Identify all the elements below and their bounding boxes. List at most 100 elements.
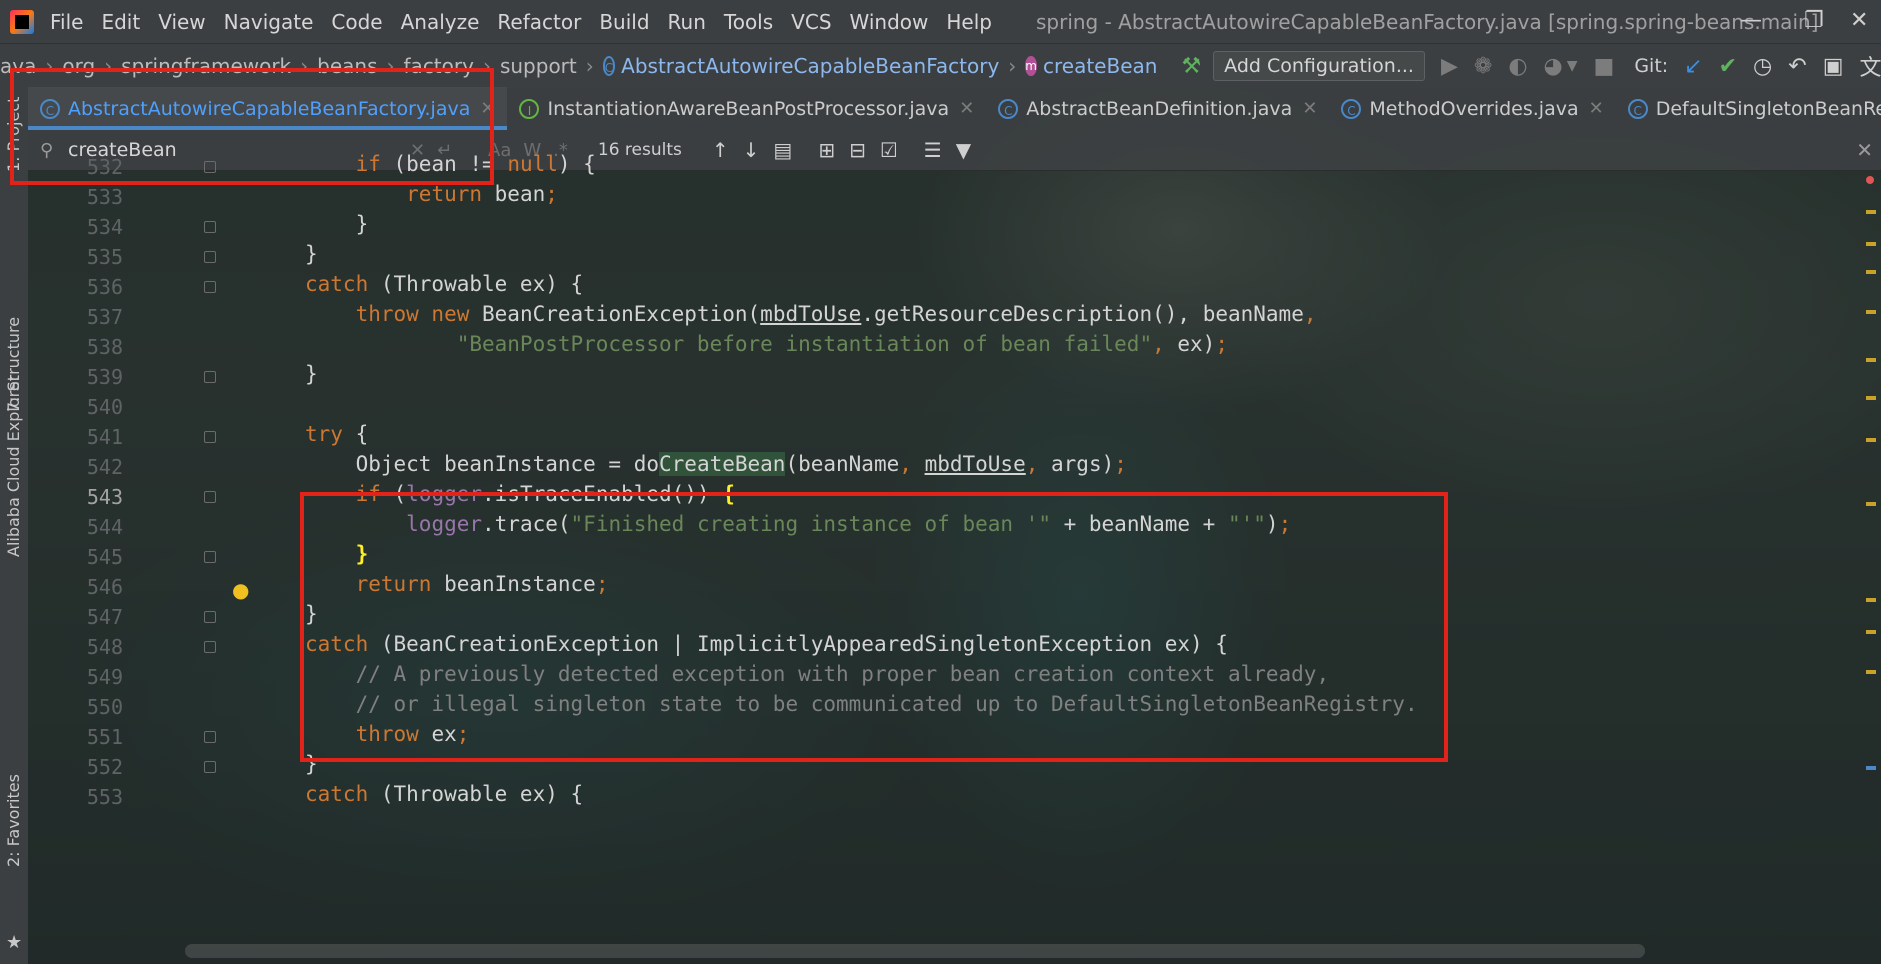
hammer-build-icon[interactable]: ⚒: [1181, 54, 1201, 79]
warning-marker[interactable]: [1866, 310, 1876, 314]
warning-marker[interactable]: [1866, 630, 1876, 634]
filter-icon[interactable]: ▼: [956, 138, 971, 162]
code-token: catch: [305, 272, 369, 296]
tab-label: DefaultSingletonBeanRegistry.java: [1655, 97, 1881, 120]
run-icon[interactable]: ▶: [1441, 54, 1458, 79]
code-line[interactable]: try {: [305, 422, 368, 446]
select-all-occurrences-icon[interactable]: ☑: [880, 138, 898, 162]
history-icon[interactable]: ◷: [1753, 54, 1772, 79]
code-token: CreateBean: [659, 452, 786, 476]
code-token: return: [406, 182, 483, 206]
menu-run[interactable]: Run: [668, 10, 706, 34]
arrow-up-icon[interactable]: ↑: [712, 138, 729, 162]
code-token: (Throwable ex) {: [368, 272, 584, 296]
code-token: BeanCreationException(: [469, 302, 761, 326]
git-update-icon[interactable]: ↙: [1684, 54, 1702, 79]
close-tab-icon[interactable]: ✕: [959, 98, 974, 119]
profile-icon[interactable]: ◕: [1544, 54, 1563, 79]
code-line[interactable]: catch (Throwable ex) {: [305, 272, 583, 296]
code-token: catch: [305, 782, 369, 806]
class-icon: C: [1627, 98, 1648, 119]
close-tab-icon[interactable]: ✕: [1589, 98, 1604, 119]
menu-build[interactable]: Build: [599, 10, 649, 34]
code-token: ;: [545, 182, 558, 206]
horizontal-scrollbar[interactable]: [185, 944, 1645, 958]
menu-tools[interactable]: Tools: [724, 10, 773, 34]
code-token: mbdToUse: [924, 452, 1026, 476]
code-token: null: [507, 152, 558, 176]
tab-default-singleton-bean-registry[interactable]: C DefaultSingletonBeanRegistry.java ›: [1616, 87, 1881, 130]
code-token: ,: [1025, 452, 1039, 476]
menu-edit[interactable]: Edit: [101, 10, 140, 34]
breadcrumb-class[interactable]: AbstractAutowireCapableBeanFactory: [621, 54, 999, 78]
code-line[interactable]: Object beanInstance = doCreateBean(beanN…: [305, 452, 1127, 476]
warning-marker[interactable]: [1866, 502, 1876, 506]
class-icon: C: [998, 98, 1019, 119]
menu-refactor[interactable]: Refactor: [497, 10, 581, 34]
rollback-icon[interactable]: ↶: [1788, 54, 1806, 79]
remove-occurrence-icon[interactable]: ⊟: [849, 138, 866, 162]
menu-help[interactable]: Help: [946, 10, 992, 34]
dropdown-arrow-icon[interactable]: ▼: [1567, 58, 1578, 74]
code-line[interactable]: }: [305, 212, 369, 236]
tab-and-search-highlight-box: [10, 68, 494, 185]
minimize-icon[interactable]: —: [1740, 8, 1762, 33]
search-options-icon[interactable]: ☰: [924, 138, 942, 162]
project-structure-icon[interactable]: ▣: [1823, 54, 1844, 79]
code-token: args): [1038, 452, 1115, 476]
menu-view[interactable]: View: [158, 10, 205, 34]
code-token: bean: [482, 182, 546, 206]
warning-marker[interactable]: [1866, 358, 1876, 362]
close-tab-icon[interactable]: ✕: [1302, 98, 1317, 119]
menu-file[interactable]: File: [50, 10, 83, 34]
breadcrumb-item[interactable]: support: [500, 54, 577, 78]
caret-marker[interactable]: [1866, 766, 1876, 770]
error-marker-icon[interactable]: [1866, 176, 1874, 184]
code-line[interactable]: }: [305, 242, 318, 266]
code-token: }: [305, 242, 318, 266]
code-line[interactable]: "BeanPostProcessor before instantiation …: [305, 332, 1228, 356]
git-commit-icon[interactable]: ✔: [1719, 54, 1737, 79]
search-results-count: 16 results: [597, 140, 682, 160]
close-find-icon[interactable]: ✕: [1856, 138, 1873, 162]
tab-label: MethodOverrides.java: [1369, 97, 1579, 120]
menu-navigate[interactable]: Navigate: [224, 10, 314, 34]
code-token: ,: [899, 452, 912, 476]
code-line[interactable]: throw new BeanCreationException(mbdToUse…: [305, 302, 1317, 326]
arrow-down-icon[interactable]: ↓: [743, 138, 760, 162]
menu-vcs[interactable]: VCS: [791, 10, 831, 34]
code-line[interactable]: catch (Throwable ex) {: [305, 782, 583, 806]
close-window-icon[interactable]: ✕: [1850, 8, 1868, 33]
tab-instantiation-aware-bean-post-processor[interactable]: I InstantiationAwareBeanPostProcessor.ja…: [507, 87, 986, 130]
code-line[interactable]: return bean;: [305, 182, 558, 206]
tab-abstract-bean-definition[interactable]: C AbstractBeanDefinition.java ✕: [986, 87, 1329, 130]
open-in-window-icon[interactable]: ▤: [773, 138, 792, 162]
interface-icon: I: [519, 98, 540, 119]
warning-marker[interactable]: [1866, 210, 1876, 214]
tab-label: InstantiationAwareBeanPostProcessor.java: [547, 97, 950, 120]
code-token: ) {: [557, 152, 596, 176]
menu-window[interactable]: Window: [850, 10, 929, 34]
warning-marker[interactable]: [1866, 670, 1876, 674]
translate-icon[interactable]: 文: [1859, 50, 1881, 82]
menu-code[interactable]: Code: [331, 10, 382, 34]
code-line[interactable]: }: [305, 362, 318, 386]
warning-marker[interactable]: [1866, 242, 1876, 246]
warning-marker[interactable]: [1866, 270, 1876, 274]
menu-analyze[interactable]: Analyze: [401, 10, 480, 34]
breadcrumb-method[interactable]: createBean: [1043, 54, 1157, 78]
coverage-icon[interactable]: ◐: [1508, 54, 1527, 79]
code-token: throw new: [355, 302, 470, 326]
restore-icon[interactable]: ❐: [1804, 8, 1824, 33]
warning-marker[interactable]: [1866, 598, 1876, 602]
warning-marker[interactable]: [1866, 438, 1876, 442]
add-configuration-button[interactable]: Add Configuration...: [1213, 51, 1425, 81]
try-block-highlight-box: [300, 492, 1448, 762]
warning-marker[interactable]: [1866, 396, 1876, 400]
debug-icon[interactable]: ❁: [1474, 54, 1492, 79]
code-token: {: [342, 422, 369, 446]
add-occurrence-icon[interactable]: ⊞: [818, 138, 835, 162]
tab-method-overrides[interactable]: C MethodOverrides.java ✕: [1329, 87, 1615, 130]
stop-icon[interactable]: ■: [1594, 54, 1615, 79]
